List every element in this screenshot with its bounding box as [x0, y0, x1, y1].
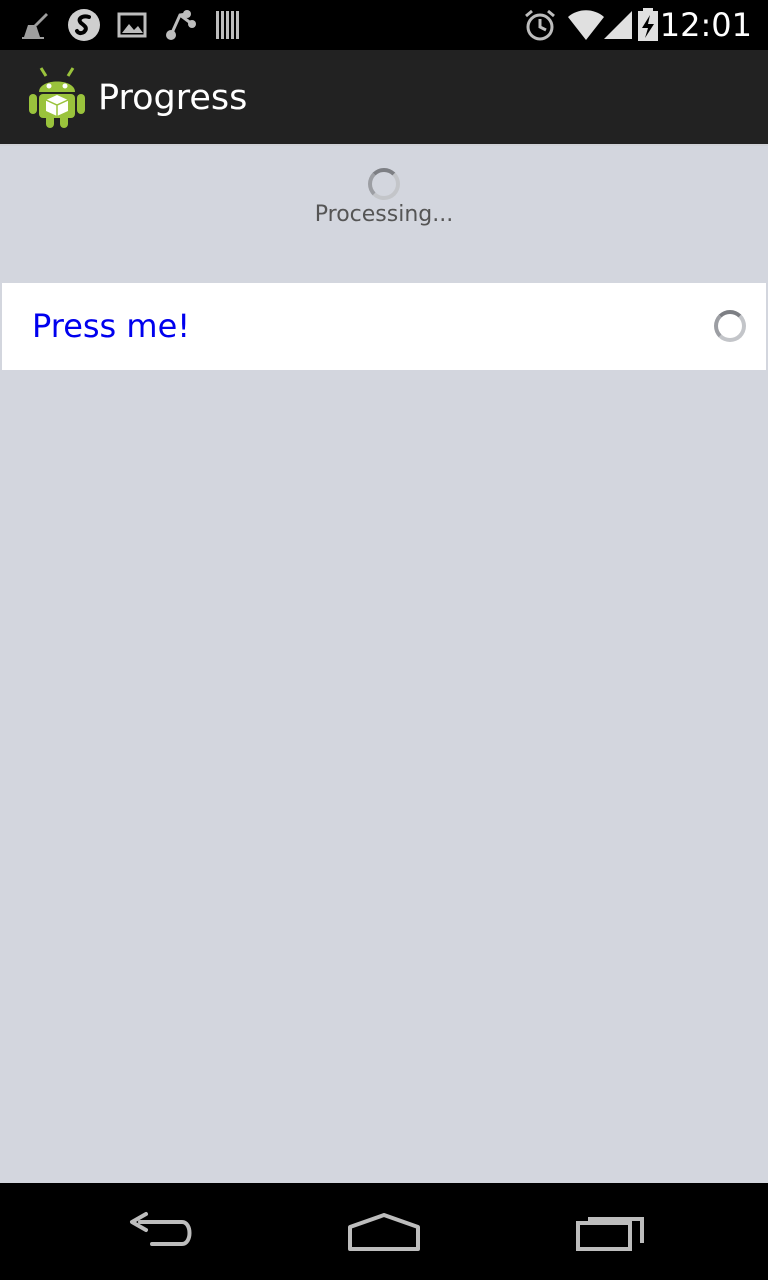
press-me-label[interactable]: Press me!: [32, 283, 190, 370]
alarm-icon: [522, 7, 558, 43]
barcode-icon: [210, 7, 246, 43]
home-icon[interactable]: [344, 1207, 424, 1257]
share-icon: [162, 7, 198, 43]
cleaner-icon: [18, 7, 54, 43]
app-title: Progress: [98, 78, 248, 118]
swiftkey-icon: [66, 7, 102, 43]
processing-text: Processing...: [314, 202, 454, 227]
loading-spinner-icon: [368, 168, 400, 200]
recents-icon[interactable]: [570, 1207, 650, 1257]
battery-charging-icon: [636, 7, 660, 43]
status-clock: 12:01: [659, 6, 752, 44]
navigation-bar: [0, 1183, 768, 1280]
action-bar: Progress: [0, 50, 768, 146]
signal-icon: [600, 7, 636, 43]
back-icon[interactable]: [120, 1207, 200, 1257]
image-icon: [114, 7, 150, 43]
wifi-icon: [568, 7, 604, 43]
press-me-row[interactable]: Press me!: [2, 283, 766, 370]
android-app-icon[interactable]: [27, 64, 87, 130]
content-area: Processing... Press me!: [0, 146, 768, 1183]
row-spinner-icon: [714, 310, 746, 342]
status-bar: 12:01: [0, 0, 768, 50]
